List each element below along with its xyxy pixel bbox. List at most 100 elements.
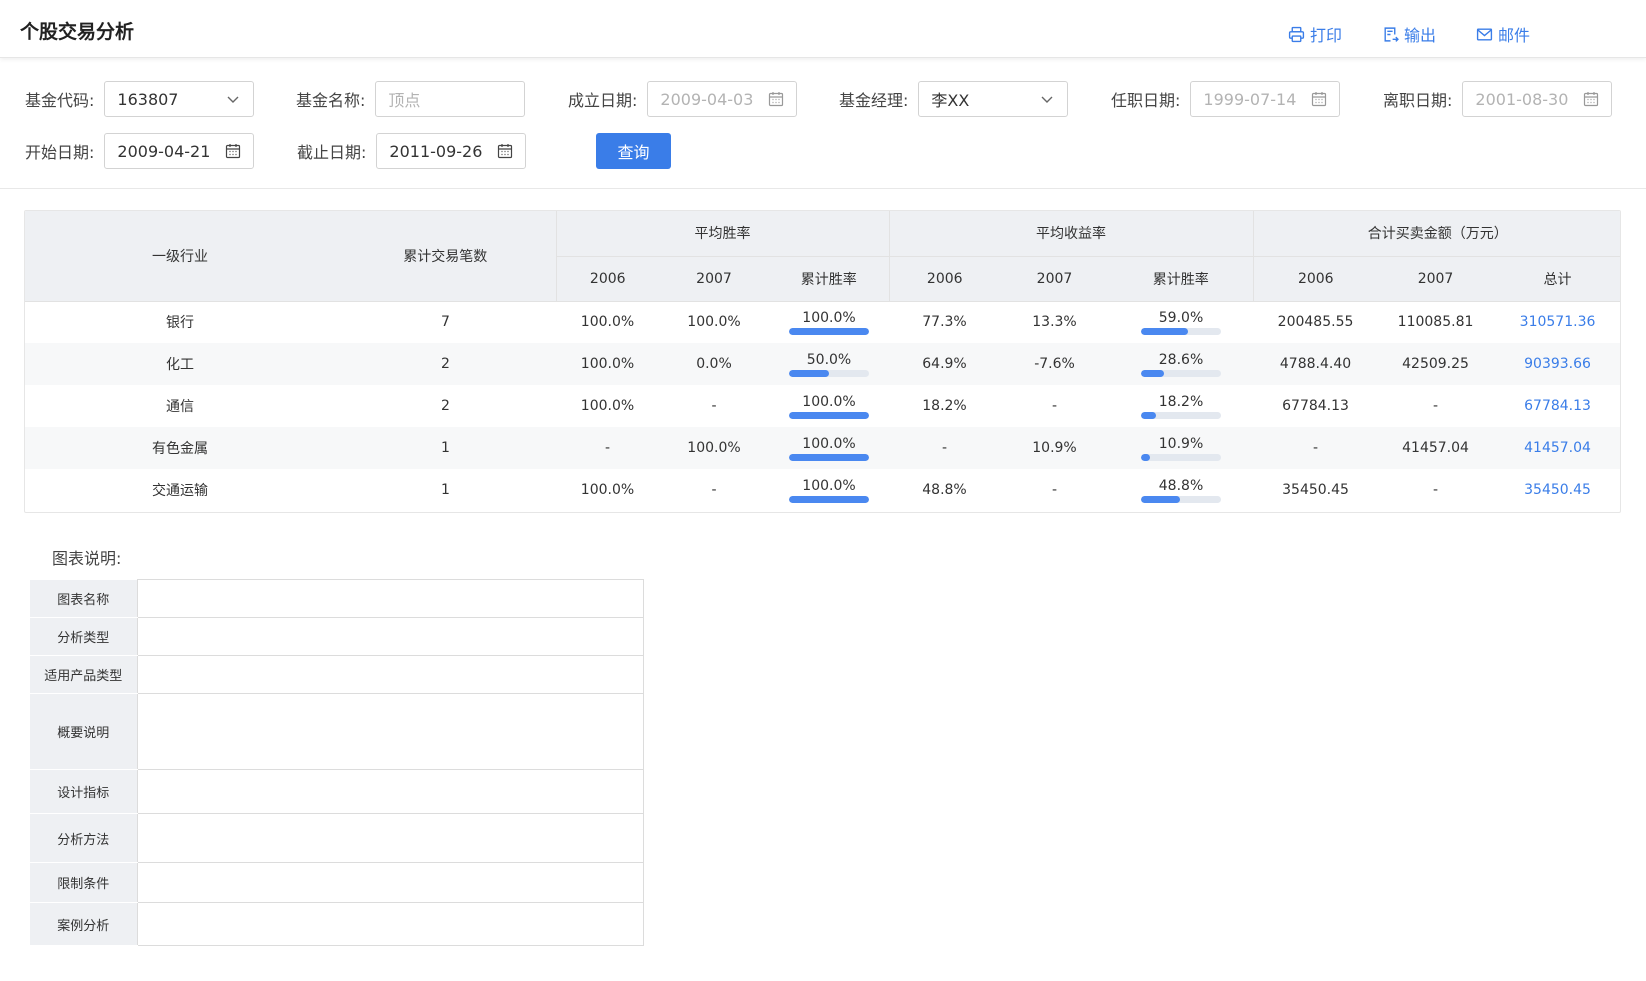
- total-amount-header: 合计买卖金额（万元）: [1253, 211, 1620, 257]
- amt-2007-cell: -: [1433, 482, 1439, 498]
- ret-cum-header: 累计胜率: [1109, 256, 1254, 302]
- mail-button[interactable]: 邮件: [1476, 22, 1530, 46]
- win-cum-cell: 100.0%: [769, 301, 889, 343]
- table-row: 交通运输 1 100.0% - 100.0% 48.8% - 48.8% 35450.45 - 35…: [25, 469, 1620, 511]
- fund-name-input[interactable]: 顶点: [375, 81, 526, 117]
- desc-label: 分析类型: [30, 617, 137, 656]
- desc-value-cell[interactable]: [136, 769, 644, 814]
- mail-label: 邮件: [1497, 26, 1530, 45]
- desc-value-cell[interactable]: [136, 902, 644, 946]
- start-date-field[interactable]: 2009-04-21: [104, 133, 255, 169]
- desc-label: 概要说明: [30, 693, 137, 770]
- departure-date-filter: 离职日期: 2001-08-30: [1383, 81, 1613, 117]
- chevron-down-icon: [227, 96, 239, 103]
- end-date-filter: 截止日期: 2011-09-26: [297, 133, 527, 169]
- desc-label: 适用产品类型: [30, 655, 137, 694]
- ret-cum-cell-value: 59.0%: [1158, 309, 1204, 326]
- calendar-icon: [1584, 92, 1599, 107]
- win-cum-cell-value: 100.0%: [802, 393, 856, 410]
- fund-code-select[interactable]: 163807: [104, 81, 255, 117]
- win-2006-cell: 100.0%: [580, 482, 635, 498]
- ret-2006-cell: 48.8%: [922, 482, 967, 498]
- ret-cum-cell: 59.0%: [1109, 301, 1253, 343]
- table-row: 有色金属 1-100.0% 100.0% -10.9% 10.9% -41457.04 41…: [25, 427, 1620, 469]
- amt-total-link[interactable]: 310571.36: [1493, 301, 1620, 343]
- established-date-field[interactable]: 2009-04-03: [647, 81, 798, 117]
- amt-2007-cell: 42509.25: [1378, 343, 1494, 385]
- start-date-value: 2009-04-21: [117, 141, 211, 161]
- chart-desc-title: 图表说明:: [52, 549, 122, 568]
- filter-panel: 基金代码: 163807 基金名称: 顶点 成立日期: 2009-04-03 基…: [0, 58, 1646, 189]
- win-2006-cell: 100.0%: [556, 343, 659, 385]
- ret-2006-cell: 64.9%: [889, 343, 1000, 385]
- established-date-label: 成立日期:: [568, 91, 638, 110]
- industry-cell: 通信: [166, 399, 194, 415]
- established-date-value: 2009-04-03: [660, 89, 754, 109]
- amt-total-link[interactable]: 35450.45: [1493, 469, 1620, 511]
- fund-code-filter: 基金代码: 163807: [25, 81, 255, 117]
- amt-total-header: 总计: [1493, 256, 1620, 302]
- progress-bar: [789, 369, 869, 377]
- ret-cum-cell-value: 10.9%: [1158, 435, 1204, 452]
- desc-row: 分析方法: [30, 813, 644, 863]
- win-2007-cell: -: [711, 482, 717, 498]
- win-cum-cell-value: 50.0%: [806, 351, 852, 368]
- win-cum-cell: 100.0%: [769, 469, 889, 511]
- amt-2006-cell: 67784.13: [1282, 398, 1349, 414]
- ret-2007-cell: -7.6%: [1000, 343, 1109, 385]
- amt-total-link[interactable]: 41457.04: [1493, 427, 1620, 469]
- fund-code-value: 163807: [117, 89, 179, 109]
- ret-2007-cell: 13.3%: [1032, 314, 1077, 331]
- fund-manager-select[interactable]: 李XX: [918, 81, 1069, 117]
- progress-bar-fill: [789, 327, 869, 335]
- trades-cell: 7: [441, 314, 450, 331]
- fund-name-label: 基金名称:: [296, 91, 366, 110]
- progress-bar: [1141, 369, 1222, 377]
- win-2007-cell: 100.0%: [687, 314, 741, 331]
- start-date-filter: 开始日期: 2009-04-21: [25, 133, 255, 169]
- desc-value-cell[interactable]: [136, 813, 644, 863]
- query-button[interactable]: 查询: [596, 133, 671, 169]
- table-row: 化工 2 100.0% 0.0% 50.0% 64.9% -7.6% 28.6% 4788.4.…: [25, 343, 1620, 385]
- progress-bar: [789, 327, 869, 335]
- win-cum-cell-value: 100.0%: [802, 477, 856, 494]
- table-header-row-1: 一级行业 累计交易笔数 平均胜率 平均收益率 合计买卖金额（万元）: [25, 211, 1620, 302]
- industry-cell: 交通运输: [152, 483, 208, 499]
- export-button[interactable]: 输出: [1382, 22, 1436, 46]
- desc-value-cell[interactable]: [136, 693, 644, 770]
- desc-value-cell[interactable]: [136, 862, 644, 903]
- desc-label: 案例分析: [30, 902, 137, 946]
- desc-value-cell[interactable]: [136, 579, 644, 618]
- desc-label: 分析方法: [30, 813, 137, 863]
- amt-2006-cell: 200485.55: [1277, 314, 1354, 331]
- progress-bar-fill: [789, 453, 869, 461]
- progress-bar: [1141, 327, 1222, 335]
- win-cum-cell: 50.0%: [769, 343, 889, 385]
- trades-header: 累计交易笔数: [335, 211, 557, 302]
- ret-cum-cell: 18.2%: [1109, 385, 1253, 427]
- end-date-field[interactable]: 2011-09-26: [376, 133, 527, 169]
- print-label: 打印: [1309, 26, 1342, 45]
- ret-2007-header: 2007: [1000, 256, 1109, 302]
- desc-row: 设计指标: [30, 769, 644, 814]
- desc-row: 案例分析: [30, 902, 644, 946]
- win-2007-cell: 100.0%: [659, 427, 769, 469]
- progress-bar: [1141, 411, 1222, 419]
- print-button[interactable]: 打印: [1288, 22, 1342, 46]
- progress-bar-fill: [1141, 411, 1156, 419]
- amt-total-link[interactable]: 90393.66: [1493, 343, 1620, 385]
- avg-return-header: 平均收益率: [889, 211, 1254, 257]
- departure-date-field[interactable]: 2001-08-30: [1462, 81, 1613, 117]
- ret-2006-header: 2006: [889, 256, 1000, 302]
- amt-total-link[interactable]: 67784.13: [1493, 385, 1620, 427]
- desc-value-cell[interactable]: [136, 617, 644, 656]
- calendar-icon: [498, 144, 513, 159]
- amt-2007-cell: 110085.81: [1397, 314, 1474, 331]
- trades-cell: 1: [441, 482, 450, 498]
- appointment-date-field[interactable]: 1999-07-14: [1190, 81, 1341, 117]
- fund-name-placeholder: 顶点: [388, 91, 421, 110]
- ret-2006-cell: -: [889, 427, 1000, 469]
- table-row: 银行 7 100.0% 100.0% 100.0% 77.3% 13.3% 59.0% 2004…: [25, 301, 1620, 343]
- desc-value-cell[interactable]: [136, 655, 644, 694]
- progress-bar: [1141, 495, 1222, 503]
